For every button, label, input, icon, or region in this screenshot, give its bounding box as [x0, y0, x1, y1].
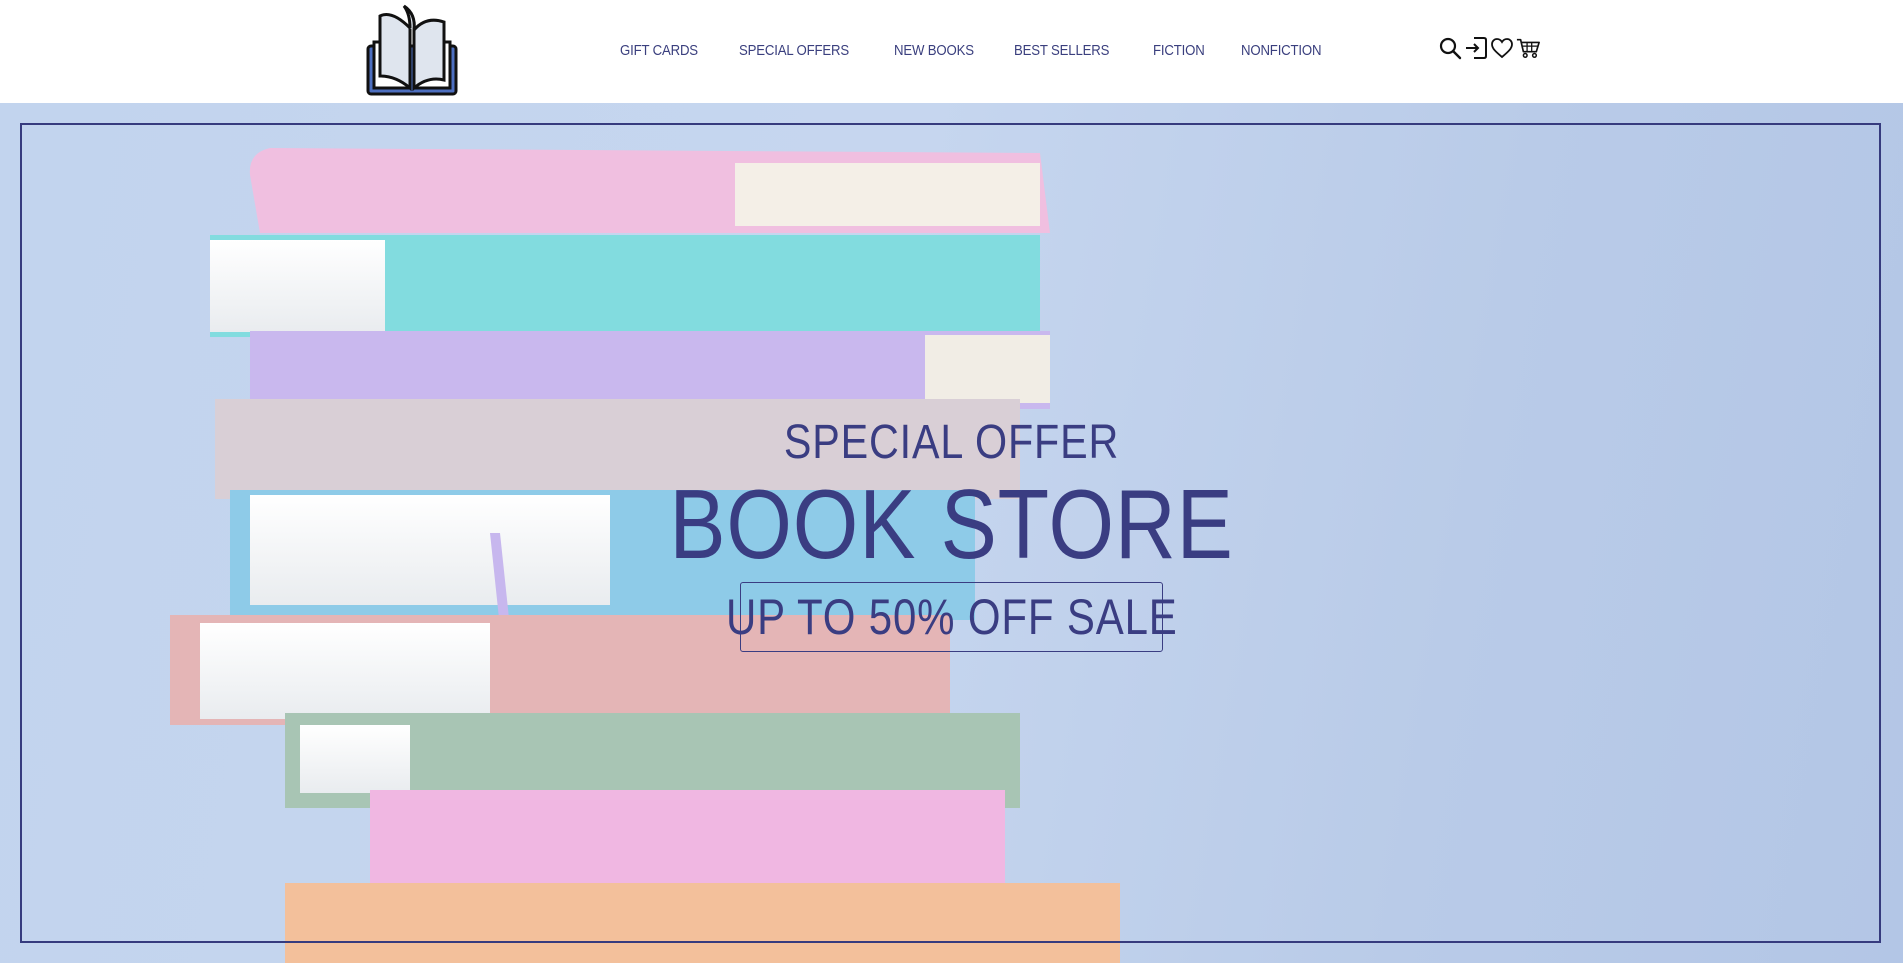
nav-gift-cards[interactable]: GIFT CARDS [620, 42, 698, 59]
bookstore-logo[interactable] [366, 4, 458, 96]
search-button[interactable] [1438, 35, 1462, 61]
sale-button-label: UP TO 50% OFF SALE [725, 589, 1178, 645]
cart-button[interactable] [1516, 35, 1540, 61]
hero-kicker: SPECIAL OFFER [783, 416, 1120, 469]
heart-icon [1491, 38, 1513, 59]
sale-button[interactable]: UP TO 50% OFF SALE [726, 582, 1176, 652]
header-icons [1438, 35, 1540, 61]
nav-new-books[interactable]: NEW BOOKS [894, 42, 974, 59]
open-book-logo-icon [366, 4, 458, 96]
nav-fiction[interactable]: FICTION [1153, 42, 1205, 59]
login-button[interactable] [1464, 35, 1488, 61]
cart-icon [1516, 38, 1540, 58]
hero-title: BOOK STORE [669, 469, 1234, 579]
nav-nonfiction[interactable]: NONFICTION [1241, 42, 1322, 59]
search-icon [1439, 37, 1462, 60]
hero-banner: SPECIAL OFFER BOOK STORE UP TO 50% OFF S… [0, 103, 1903, 963]
site-header: GIFT CARDS SPECIAL OFFERS NEW BOOKS BEST… [0, 0, 1903, 103]
main-nav: GIFT CARDS SPECIAL OFFERS NEW BOOKS BEST… [620, 38, 1332, 62]
wishlist-button[interactable] [1490, 35, 1514, 61]
nav-best-sellers[interactable]: BEST SELLERS [1014, 42, 1109, 59]
login-icon [1466, 37, 1487, 59]
nav-special-offers[interactable]: SPECIAL OFFERS [739, 42, 849, 59]
